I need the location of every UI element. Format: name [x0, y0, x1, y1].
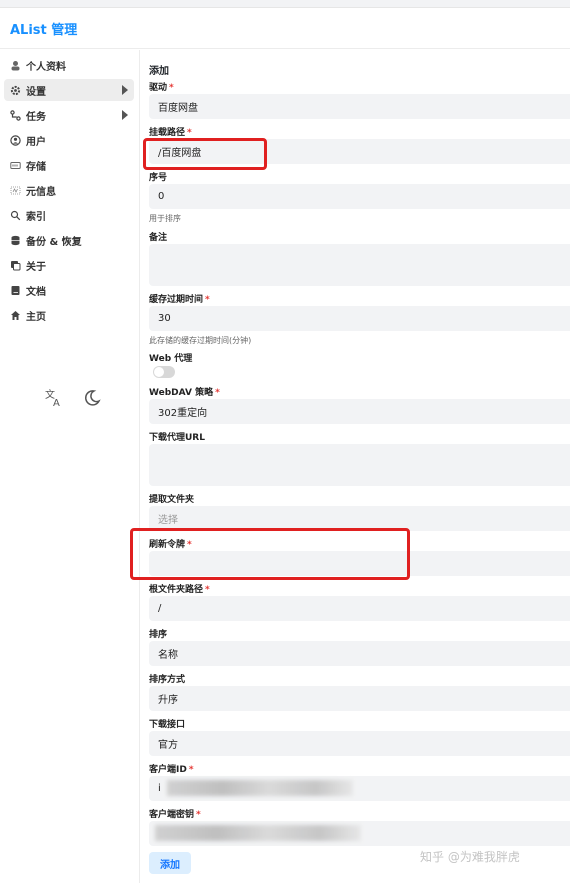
extract-folder-select[interactable]: 选择: [149, 506, 570, 531]
order-input[interactable]: 0: [149, 184, 570, 209]
database-icon: [9, 234, 21, 246]
meta-icon: [9, 184, 21, 196]
refresh-token-input[interactable]: [149, 551, 570, 576]
redaction-blur: [155, 825, 361, 841]
extract-folder-label: 提取文件夹: [149, 495, 195, 505]
driver-select[interactable]: 百度网盘: [149, 94, 570, 119]
sidebar-item-label: 备份 & 恢复: [26, 236, 82, 248]
root-folder-path-input[interactable]: /: [149, 596, 570, 621]
order-direction-select[interactable]: 升序: [149, 686, 570, 711]
sidebar-item-label: 关于: [26, 261, 46, 273]
webdav-policy-label: WebDAV 策略 *: [149, 388, 220, 398]
cache-expiration-label: 缓存过期时间 *: [149, 295, 210, 305]
order-direction-label: 排序方式: [149, 675, 186, 685]
client-id-label: 客户端ID *: [149, 765, 194, 775]
chevron-right-icon: [122, 110, 128, 120]
webdav-policy-select[interactable]: 302重定向: [149, 399, 570, 424]
form-title: 添加: [149, 66, 169, 77]
watermark-text: 知乎 @为难我胖虎: [420, 850, 520, 864]
sidebar-item-label: 存储: [26, 161, 46, 173]
order-hint: 用于排序: [149, 214, 181, 223]
sidebar-item-label: 用户: [26, 136, 46, 148]
driver-label: 驱动 *: [149, 83, 174, 93]
sidebar: 个人资料 设置 任务 用户 存储 元信息 索引 备份 & 恢复 关于 文档 主页…: [0, 50, 140, 883]
home-icon: [9, 309, 21, 321]
sidebar-item-docs[interactable]: 文档: [4, 279, 134, 301]
mount-path-label: 挂载路径 *: [149, 128, 192, 138]
search-icon: [9, 209, 21, 221]
gear-icon: [9, 84, 21, 96]
sidebar-tools: 文A: [44, 388, 102, 409]
root-folder-path-label: 根文件夹路径 *: [149, 585, 210, 595]
chevron-right-icon: [122, 85, 128, 95]
user-icon: [9, 134, 21, 146]
web-proxy-toggle[interactable]: [153, 366, 175, 378]
window-top-strip: [0, 0, 570, 8]
tasks-icon: [9, 109, 21, 121]
down-proxy-url-label: 下载代理URL: [149, 433, 205, 443]
order-by-label: 排序: [149, 630, 168, 640]
sidebar-item-label: 个人资料: [26, 61, 66, 73]
sidebar-item-label: 索引: [26, 211, 46, 223]
sidebar-item-label: 设置: [26, 86, 46, 98]
refresh-token-label: 刷新令牌 *: [149, 540, 192, 550]
client-secret-label: 客户端密钥 *: [149, 810, 201, 820]
sidebar-item-backup[interactable]: 备份 & 恢复: [4, 229, 134, 251]
svg-text:A: A: [53, 398, 60, 408]
order-by-select[interactable]: 名称: [149, 641, 570, 666]
sidebar-item-about[interactable]: 关于: [4, 254, 134, 276]
down-proxy-url-textarea[interactable]: [149, 444, 570, 486]
sidebar-item-profile[interactable]: 个人资料: [4, 54, 134, 76]
sidebar-item-index[interactable]: 索引: [4, 204, 134, 226]
user-card-icon: [9, 59, 21, 71]
sidebar-item-tasks[interactable]: 任务: [4, 104, 134, 126]
mount-path-input[interactable]: /百度网盘: [149, 139, 570, 164]
remark-label: 备注: [149, 233, 168, 243]
sidebar-item-label: 元信息: [26, 186, 56, 198]
sidebar-item-label: 文档: [26, 286, 46, 298]
sidebar-item-users[interactable]: 用户: [4, 129, 134, 151]
sidebar-item-storage[interactable]: 存储: [4, 154, 134, 176]
main-panel: 添加 驱动 * 百度网盘 挂载路径 * /百度网盘 序号 0 用于排序 备注 缓存过…: [141, 50, 570, 883]
web-proxy-label: Web 代理: [149, 354, 193, 364]
app-title[interactable]: AList 管理: [10, 19, 77, 38]
download-api-select[interactable]: 官方: [149, 731, 570, 756]
cache-expiration-hint: 此存储的缓存过期时间(分钟): [149, 336, 252, 345]
sidebar-item-home[interactable]: 主页: [4, 304, 134, 326]
order-label: 序号: [149, 173, 168, 183]
sidebar-item-settings[interactable]: 设置: [4, 79, 134, 101]
download-api-label: 下载接口: [149, 720, 186, 730]
sidebar-item-label: 主页: [26, 311, 46, 323]
translate-icon[interactable]: 文A: [44, 388, 64, 409]
cache-expiration-input[interactable]: 30: [149, 306, 570, 331]
copy-icon: [9, 259, 21, 271]
sidebar-item-meta[interactable]: 元信息: [4, 179, 134, 201]
remark-textarea[interactable]: [149, 244, 570, 286]
add-button[interactable]: 添加: [149, 852, 191, 874]
storage-icon: [9, 159, 21, 171]
moon-icon[interactable]: [82, 388, 102, 408]
app-header: AList 管理: [0, 9, 570, 49]
book-icon: [9, 284, 21, 296]
redaction-blur: [167, 780, 353, 796]
sidebar-item-label: 任务: [26, 111, 46, 123]
